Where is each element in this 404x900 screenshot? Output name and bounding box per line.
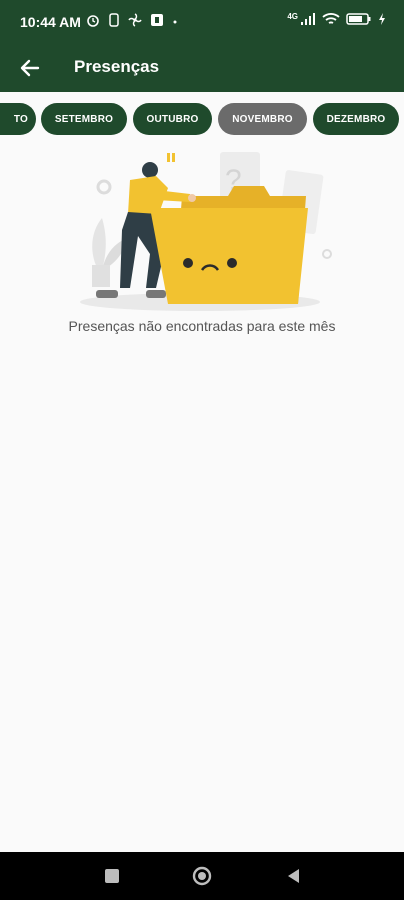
month-chip-november[interactable]: NOVEMBRO [218, 103, 307, 135]
status-bar: 10:44 AM 4G [0, 0, 404, 44]
month-chip-december[interactable]: DEZEMBRO [313, 103, 399, 135]
system-navigation-bar [0, 852, 404, 900]
wifi-icon [322, 13, 340, 24]
page-title: Presenças [74, 57, 160, 76]
back-arrow-icon[interactable] [18, 56, 42, 80]
empty-state-message: Presenças não encontradas para este mês [68, 318, 336, 334]
sim-icon [109, 13, 119, 27]
empty-folder-illustration: ? [80, 152, 332, 311]
month-selector: TO SETEMBRO OUTUBRO NOVEMBRO DEZEMBRO [0, 103, 404, 137]
status-notification-icons [86, 13, 178, 27]
signal-icon [301, 13, 315, 25]
battery-icon [346, 13, 371, 25]
alarm-icon [87, 15, 99, 27]
month-chip-august[interactable]: TO [0, 103, 36, 135]
back-triangle-icon[interactable] [284, 866, 304, 886]
recents-square-icon[interactable] [102, 866, 122, 886]
dot-icon [173, 20, 177, 24]
month-chip-september[interactable]: SETEMBRO [41, 103, 127, 135]
month-chip-label: SETEMBRO [54, 113, 114, 125]
home-circle-icon[interactable] [192, 866, 212, 886]
month-chip-label: TO [13, 113, 28, 125]
month-chip-label: OUTUBRO [146, 113, 199, 125]
month-chip-october[interactable]: OUTUBRO [133, 103, 212, 135]
month-chip-label: DEZEMBRO [326, 113, 386, 125]
month-chip-label: NOVEMBRO [232, 113, 293, 125]
app-notification-icon [151, 14, 163, 26]
fan-icon [128, 13, 142, 27]
status-time: 10:44 AM [20, 14, 81, 30]
status-system-icons: 4G [287, 12, 386, 26]
app-bar: Presenças [0, 44, 404, 92]
network-type-label: 4G [287, 11, 298, 21]
charging-icon [379, 13, 385, 25]
